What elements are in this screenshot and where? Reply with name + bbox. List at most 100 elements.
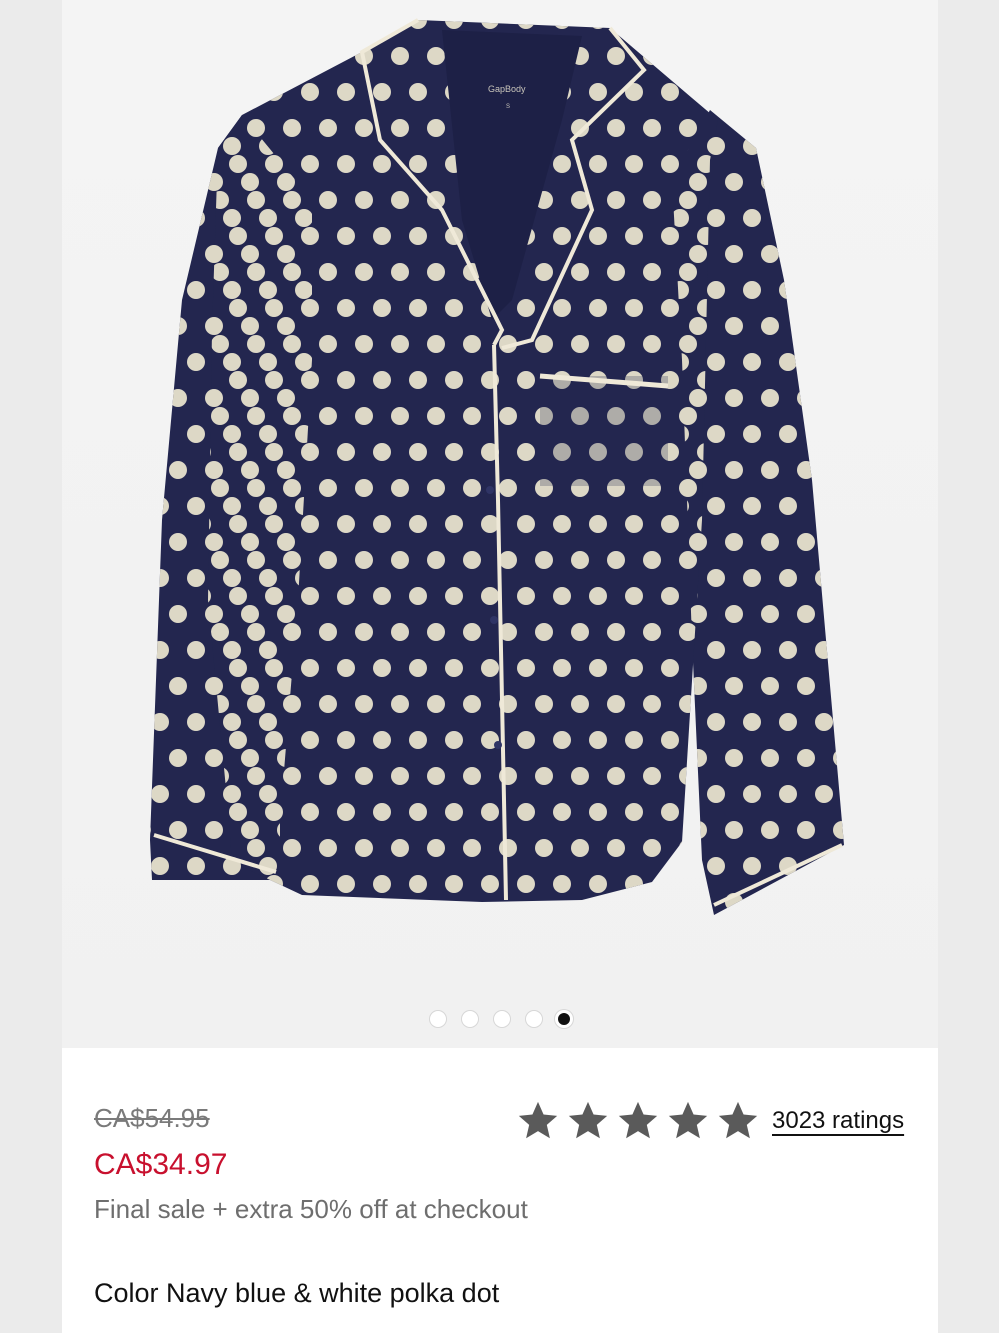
polka-dot [707,353,725,371]
polka-dot [355,335,373,353]
polka-dot [373,443,391,461]
polka-dot [445,803,463,821]
polka-dot [391,407,409,425]
ratings-link[interactable]: 3023 ratings [772,1107,904,1135]
polka-dot [229,20,247,29]
polka-dot [725,317,743,335]
polka-dot [211,479,229,497]
star-icon [518,1101,558,1139]
polka-dot [319,767,337,785]
carousel-dot-1[interactable] [430,1011,446,1027]
polka-dot [151,569,169,587]
polka-dot [427,335,445,353]
polka-dot [445,443,463,461]
polka-dot [169,533,187,551]
polka-dot [409,155,427,173]
polka-dot [337,20,355,29]
polka-dot [409,227,427,245]
polka-dot [833,605,844,623]
polka-dot [409,587,427,605]
polka-dot [205,317,223,335]
polka-dot [277,461,295,479]
polka-dot [517,515,535,533]
polka-dot [517,659,535,677]
polka-dot [689,821,707,839]
polka-dot [625,659,643,677]
polka-dot [833,461,844,479]
rating-summary[interactable]: 3023 ratings [514,1098,904,1144]
polka-dot [211,407,229,425]
polka-dot [661,587,679,605]
polka-dot [355,191,373,209]
polka-dot [445,875,463,893]
polka-dot [187,713,205,731]
polka-dot [445,20,463,29]
polka-dot [679,47,697,65]
shirt-label-brand: GapBody [488,84,526,94]
polka-dot [301,299,319,317]
polka-dot [223,353,241,371]
polka-dot [319,191,337,209]
polka-dot [208,20,211,29]
polka-dot [355,407,373,425]
polka-dot [761,821,779,839]
carousel-dot-3[interactable] [494,1011,510,1027]
polka-dot [607,191,625,209]
polka-dot [779,281,797,299]
polka-dot [689,389,707,407]
polka-dot [229,731,247,749]
polka-dot [445,587,463,605]
polka-dot [517,731,535,749]
polka-dot [241,533,259,551]
polka-dot [283,695,301,713]
carousel-dot-4[interactable] [526,1011,542,1027]
carousel-dot-2[interactable] [462,1011,478,1027]
polka-dot [725,173,743,191]
polka-dot [247,191,265,209]
original-price: CA$54.95 [94,1103,210,1133]
polka-dot [150,389,151,407]
polka-dot [373,83,391,101]
polka-dot [707,857,725,875]
polka-dot [743,209,761,227]
polka-dot [833,821,844,839]
polka-dot [150,749,151,767]
polka-dot [553,587,571,605]
polka-dot [643,551,661,569]
polka-dot [607,767,625,785]
polka-dot [223,497,241,515]
polka-dot [301,803,319,821]
carousel-dot-5[interactable] [558,1013,570,1025]
polka-dot [761,461,779,479]
product-image-carousel[interactable]: GapBody S [62,0,938,1048]
polka-dot [187,569,205,587]
polka-dot [205,749,223,767]
polka-dot [211,623,229,641]
polka-dot [337,515,355,533]
polka-dot [355,767,373,785]
polka-dot [187,497,205,515]
polka-dot [169,245,187,263]
polka-dot [319,47,337,65]
polka-dot [625,299,643,317]
polka-dot [445,515,463,533]
polka-dot [689,461,707,479]
polka-dot [319,407,337,425]
polka-dot [625,803,643,821]
polka-dot [427,623,445,641]
polka-dot [517,443,535,461]
polka-dot [301,875,319,893]
polka-dot [391,623,409,641]
polka-dot [409,659,427,677]
polka-dot [679,695,697,713]
color-label: Color Navy blue & white polka dot [94,1278,500,1308]
polka-dot [337,299,355,317]
polka-dot [427,263,445,281]
polka-dot [337,155,355,173]
polka-dot [391,47,409,65]
polka-dot [679,263,697,281]
polka-dot [247,335,265,353]
polka-dot [761,533,779,551]
polka-dot [797,533,815,551]
polka-dot [689,317,707,335]
